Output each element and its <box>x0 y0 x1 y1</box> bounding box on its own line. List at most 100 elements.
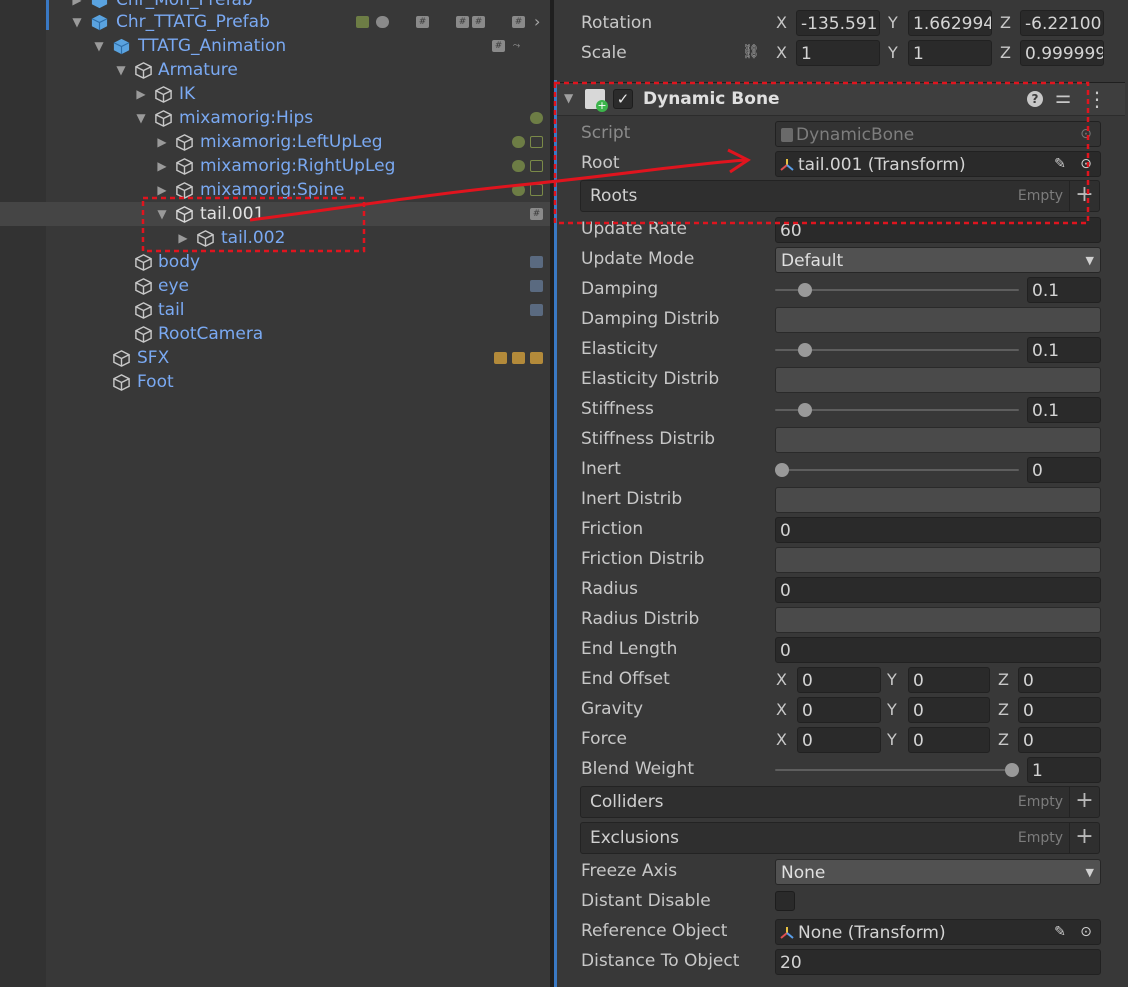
inert-distrib-curve[interactable] <box>775 487 1101 513</box>
reference-object-value: None (Transform) <box>798 923 946 943</box>
end-offset-label: End Offset <box>581 669 670 689</box>
blend-weight-field[interactable]: 1 <box>1027 757 1101 783</box>
hierarchy-row[interactable]: SFX <box>0 346 550 370</box>
hierarchy-item-label: tail.002 <box>221 228 286 248</box>
foldout-arrow-icon[interactable]: ▼ <box>564 91 573 105</box>
foldout-arrow-icon[interactable]: ▼ <box>114 58 128 82</box>
exclusions-list-header[interactable]: Exclusions Empty + <box>580 822 1100 854</box>
hierarchy-row[interactable]: ▶ IK <box>0 82 550 106</box>
stiffness-slider-thumb[interactable] <box>798 403 812 417</box>
foldout-arrow-icon[interactable]: ▶ <box>155 154 169 178</box>
add-root-button[interactable]: + <box>1069 181 1099 211</box>
scale-y-field[interactable]: 1 <box>908 40 992 66</box>
foldout-arrow-icon[interactable]: ▼ <box>70 10 84 34</box>
gravity-z-field[interactable]: 0 <box>1018 697 1101 723</box>
add-collider-button[interactable]: + <box>1069 787 1099 817</box>
elasticity-field[interactable]: 0.1 <box>1027 337 1101 363</box>
inert-slider-thumb[interactable] <box>775 463 789 477</box>
distance-to-object-field[interactable]: 20 <box>775 949 1101 975</box>
kebab-menu-icon[interactable]: ⋮ <box>1087 85 1107 113</box>
scale-x-field[interactable]: 1 <box>796 40 880 66</box>
component-header[interactable]: ▼ + ✓ Dynamic Bone ? ⚌ ⋮ <box>557 82 1125 116</box>
edit-pencil-icon[interactable]: ✎ <box>1048 919 1072 945</box>
blend-weight-slider-track[interactable] <box>775 769 1019 771</box>
hierarchy-row[interactable]: ▼ Armature <box>0 58 550 82</box>
hierarchy-row[interactable]: tail <box>0 298 550 322</box>
grid-icon <box>530 184 543 196</box>
damping-field[interactable]: 0.1 <box>1027 277 1101 303</box>
scale-z-field[interactable]: 0.999999 <box>1020 40 1104 66</box>
preset-sliders-icon[interactable]: ⚌ <box>1055 87 1071 108</box>
inert-field[interactable]: 0 <box>1027 457 1101 483</box>
component-enabled-checkbox[interactable]: ✓ <box>613 89 633 109</box>
update-rate-label: Update Rate <box>581 219 687 239</box>
reference-object-label: Reference Object <box>581 921 728 941</box>
gameobject-cube-icon <box>155 86 172 103</box>
end-length-field[interactable]: 0 <box>775 637 1101 663</box>
axis-y-label: Y <box>887 670 897 689</box>
inspector-panel: Rotation X -135.591 Y 1.662994 Z -6.2210… <box>554 0 1128 987</box>
transform-axis-icon <box>780 159 794 171</box>
radius-field[interactable]: 0 <box>775 577 1101 603</box>
object-picker-icon[interactable]: ⊙ <box>1074 151 1098 177</box>
component-title: Dynamic Bone <box>643 89 780 109</box>
distant-disable-checkbox[interactable] <box>775 891 795 911</box>
radius-label: Radius <box>581 579 639 599</box>
hierarchy-row-selected[interactable]: ▼ tail.001 # <box>0 202 550 226</box>
gravity-y-field[interactable]: 0 <box>908 697 990 723</box>
elasticity-slider-thumb[interactable] <box>798 343 812 357</box>
object-picker-icon[interactable]: ⊙ <box>1074 919 1098 945</box>
radius-distrib-curve[interactable] <box>775 607 1101 633</box>
foldout-arrow-icon[interactable]: ▶ <box>176 226 190 250</box>
help-icon[interactable]: ? <box>1027 91 1043 107</box>
update-rate-field[interactable]: 60 <box>775 217 1101 243</box>
hierarchy-row[interactable]: ▼ mixamorig:Hips <box>0 106 550 130</box>
end-offset-y-field[interactable]: 0 <box>908 667 990 693</box>
edit-pencil-icon[interactable]: ✎ <box>1048 151 1072 177</box>
force-y-field[interactable]: 0 <box>908 727 990 753</box>
foldout-arrow-icon[interactable]: ▶ <box>155 130 169 154</box>
axis-x-label: X <box>776 730 787 749</box>
blend-weight-slider-thumb[interactable] <box>1005 763 1019 777</box>
foldout-arrow-icon[interactable]: ▼ <box>134 106 148 130</box>
damping-slider-thumb[interactable] <box>798 283 812 297</box>
hierarchy-row[interactable]: RootCamera <box>0 322 550 346</box>
friction-distrib-curve[interactable] <box>775 547 1101 573</box>
stiffness-distrib-curve[interactable] <box>775 427 1101 453</box>
rotation-z-field[interactable]: -6.22100 <box>1020 10 1104 36</box>
roots-list-header[interactable]: Roots Empty + <box>580 180 1100 212</box>
end-offset-z-field[interactable]: 0 <box>1018 667 1101 693</box>
constrain-proportions-icon[interactable]: ⛓ <box>742 44 760 60</box>
inert-slider-track[interactable] <box>775 469 1019 471</box>
update-mode-dropdown[interactable]: Default ▼ <box>775 247 1101 273</box>
hierarchy-row[interactable]: ▶ mixamorig:Spine <box>0 178 550 202</box>
inspector-accent-rail <box>554 80 557 987</box>
friction-field[interactable]: 0 <box>775 517 1101 543</box>
chevron-right-icon[interactable]: › <box>534 10 546 34</box>
foldout-arrow-icon[interactable]: ▶ <box>134 82 148 106</box>
hierarchy-row[interactable]: ▶ tail.002 <box>0 226 550 250</box>
add-exclusion-button[interactable]: + <box>1069 823 1099 853</box>
rotation-x-field[interactable]: -135.591 <box>796 10 880 36</box>
freeze-axis-dropdown[interactable]: None ▼ <box>775 859 1101 885</box>
hierarchy-row[interactable]: ▼ TTATG_Animation # ⤳ <box>0 34 550 58</box>
foldout-arrow-icon[interactable]: ▼ <box>155 202 169 226</box>
foldout-arrow-icon[interactable]: ▶ <box>155 178 169 202</box>
hierarchy-row[interactable]: ▶ mixamorig:LeftUpLeg <box>0 130 550 154</box>
colliders-list-header[interactable]: Colliders Empty + <box>580 786 1100 818</box>
stiffness-field[interactable]: 0.1 <box>1027 397 1101 423</box>
damping-distrib-curve[interactable] <box>775 307 1101 333</box>
foldout-arrow-icon[interactable]: ▼ <box>92 34 106 58</box>
elasticity-distrib-curve[interactable] <box>775 367 1101 393</box>
hierarchy-row[interactable]: eye <box>0 274 550 298</box>
end-offset-x-field[interactable]: 0 <box>797 667 881 693</box>
hierarchy-row[interactable]: Foot <box>0 370 550 394</box>
hierarchy-row[interactable]: ▼ Chr_TTATG_Prefab # # # # › <box>0 10 550 34</box>
gravity-x-field[interactable]: 0 <box>797 697 881 723</box>
hierarchy-row[interactable]: body <box>0 250 550 274</box>
hierarchy-row[interactable]: ▶ mixamorig:RightUpLeg <box>0 154 550 178</box>
gameobject-cube-icon <box>135 302 152 319</box>
force-z-field[interactable]: 0 <box>1018 727 1101 753</box>
rotation-y-field[interactable]: 1.662994 <box>908 10 992 36</box>
force-x-field[interactable]: 0 <box>797 727 881 753</box>
